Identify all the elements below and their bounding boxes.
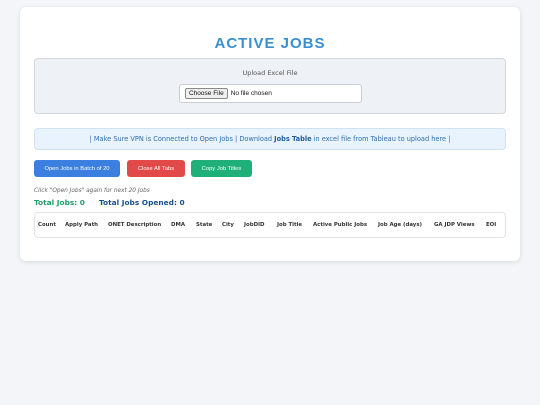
page-title: ACTIVE JOBS	[214, 35, 326, 52]
jobs-table-link[interactable]: Jobs Table	[274, 135, 311, 143]
jobs-table: Count Apply Path ONET Description DMA St…	[34, 212, 506, 238]
column-header-count[interactable]: Count	[35, 213, 62, 237]
total-jobs-opened-count: Total Jobs Opened: 0	[98, 198, 185, 207]
info-text-prefix: | Make Sure VPN is Connected to Open Job…	[89, 135, 273, 143]
column-header-dma[interactable]: DMA	[168, 213, 193, 237]
copy-job-titles-button[interactable]: Copy Job Titles	[191, 160, 252, 177]
file-status-text: No file chosen	[230, 90, 272, 97]
upload-label: Upload Excel File	[242, 69, 298, 77]
column-header-apply-path[interactable]: Apply Path	[62, 213, 105, 237]
info-text-suffix: in excel file from Tableau to upload her…	[313, 135, 451, 143]
column-header-state[interactable]: State	[193, 213, 219, 237]
column-header-city[interactable]: City	[219, 213, 241, 237]
column-header-jobdid[interactable]: JobDID	[241, 213, 274, 237]
close-all-tabs-button[interactable]: Close All Tabs	[127, 160, 185, 177]
column-header-onet-description[interactable]: ONET Description	[105, 213, 168, 237]
column-header-job-age[interactable]: Job Age (days)	[375, 213, 431, 237]
total-jobs-count: Total Jobs: 0	[34, 198, 85, 207]
column-header-ga-jdp-views[interactable]: GA JDP Views	[431, 213, 483, 237]
main-card: ACTIVE JOBS Upload Excel File Choose Fil…	[20, 7, 520, 261]
info-banner: | Make Sure VPN is Connected to Open Job…	[34, 128, 506, 150]
column-header-eoi[interactable]: EOI	[483, 213, 505, 237]
file-input[interactable]: Choose File No file chosen	[179, 84, 362, 103]
table-header-row: Count Apply Path ONET Description DMA St…	[35, 213, 505, 237]
open-jobs-batch-button[interactable]: Open Jobs in Batch of 20	[34, 160, 120, 177]
choose-file-button[interactable]: Choose File	[185, 88, 228, 99]
column-header-job-title[interactable]: Job Title	[274, 213, 310, 237]
column-header-active-public-jobs[interactable]: Active Public Jobs	[310, 213, 375, 237]
upload-section: Upload Excel File Choose File No file ch…	[34, 58, 506, 114]
totals-row: Total Jobs: 0 Total Jobs Opened: 0	[34, 198, 185, 207]
batch-hint: Click "Open Jobs" again for next 20 Jobs	[34, 188, 150, 194]
